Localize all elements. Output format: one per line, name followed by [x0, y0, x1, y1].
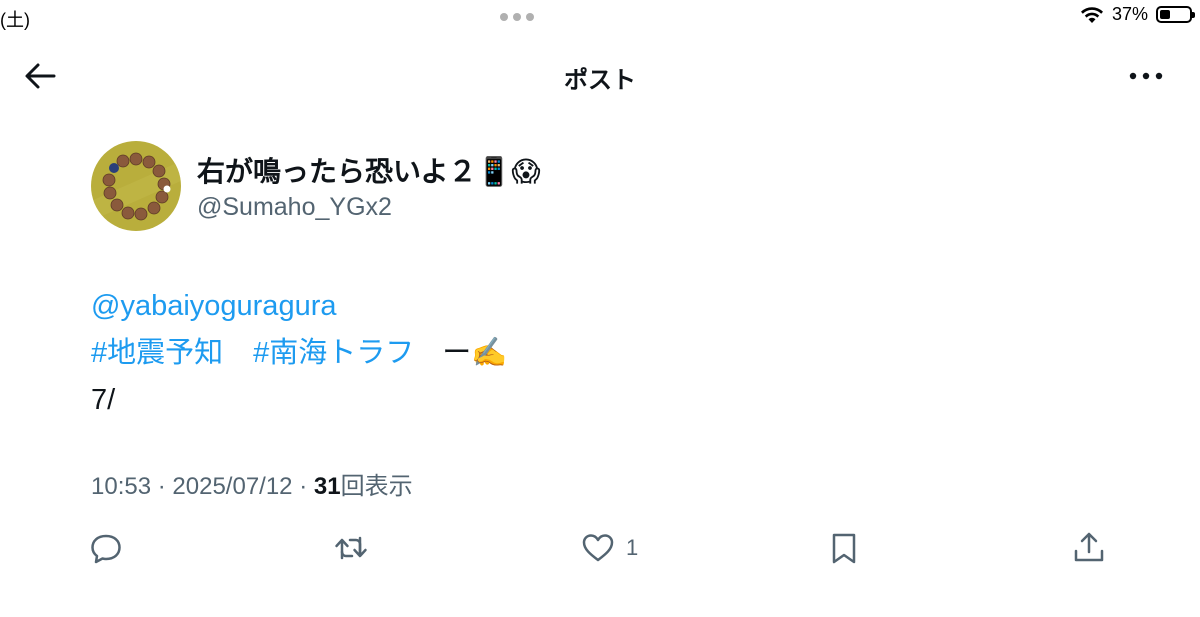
views-count: 31	[313, 473, 341, 500]
bookmark-button[interactable]	[826, 528, 862, 568]
author-name-text: 右が鳴ったら恐いよ２	[197, 156, 477, 187]
post-text-line: 7/	[91, 384, 116, 416]
page-title: ポスト	[564, 67, 636, 94]
more-dots-icon	[1129, 72, 1163, 80]
author-handle[interactable]: @Sumaho_YGx2	[197, 193, 392, 222]
bookmark-icon	[832, 533, 856, 564]
wifi-icon	[1080, 6, 1103, 23]
battery-percent: 37%	[1111, 4, 1148, 24]
battery-icon	[1156, 6, 1195, 23]
post-meta: 10:53 · 2025/07/12 · 31回表示	[91, 466, 413, 501]
meta-separator: ·	[299, 473, 308, 500]
battery-level	[1160, 10, 1170, 19]
reply-button[interactable]	[88, 528, 124, 568]
retweet-icon	[335, 536, 367, 560]
reply-icon	[91, 534, 121, 564]
post-time[interactable]: 10:53	[91, 473, 151, 500]
heart-icon	[582, 534, 614, 562]
status-bar: (土) 37%	[0, 0, 1200, 34]
post-text: @yabaiyoguragura #地震予知 #南海トラフ ー✍️ 7/	[91, 283, 507, 424]
status-date: (土)	[0, 10, 30, 30]
avatar[interactable]	[91, 141, 181, 231]
hashtag-link[interactable]: #地震予知	[91, 337, 223, 369]
more-options-button[interactable]	[1126, 64, 1166, 88]
hashtag-link[interactable]: #南海トラフ	[253, 337, 414, 369]
author-name-emoji: 📱😱	[476, 155, 541, 188]
multitasking-dots-icon[interactable]	[500, 13, 534, 21]
status-indicators: 37%	[1080, 4, 1195, 25]
mention-link[interactable]: @yabaiyoguragura	[91, 290, 336, 322]
like-button[interactable]: 1	[580, 528, 638, 568]
like-count: 1	[626, 535, 639, 560]
post-text-trailing: ー✍️	[442, 337, 508, 369]
share-button[interactable]	[1071, 528, 1107, 568]
retweet-button[interactable]	[333, 528, 369, 568]
meta-separator: ·	[157, 473, 166, 500]
bead-bracelet-avatar-image	[91, 141, 181, 231]
post-detail-page: (土) 37% ポスト 右が鳴ったら恐いよ２📱😱 @Sumaho_YGx2 @y…	[0, 0, 1200, 617]
author-name[interactable]: 右が鳴ったら恐いよ２📱😱	[197, 150, 541, 190]
views-label: 回表示	[340, 473, 413, 500]
header: ポスト	[0, 48, 1200, 104]
post-date[interactable]: 2025/07/12	[172, 473, 292, 500]
share-icon	[1074, 532, 1104, 562]
